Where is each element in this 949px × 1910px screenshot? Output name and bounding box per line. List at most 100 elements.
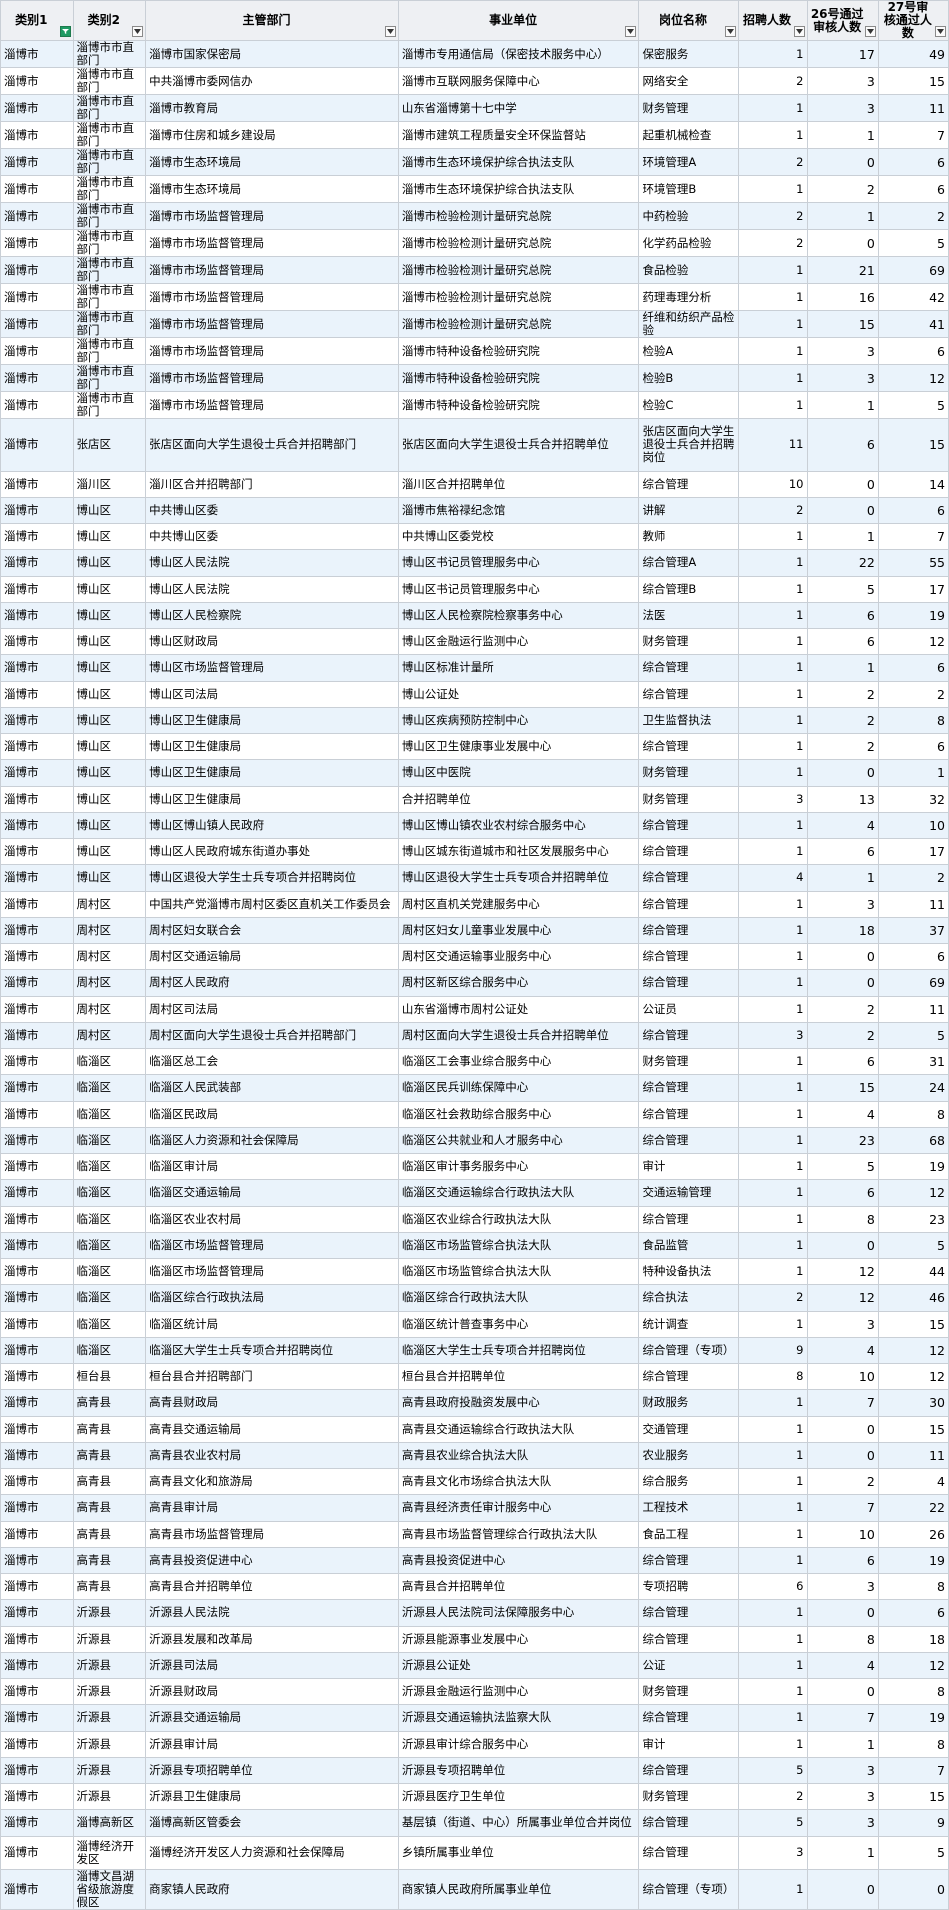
institution-cell[interactable]: 高青县交通运输综合行政执法大队 bbox=[397, 1415, 640, 1443]
category1-cell[interactable]: 淄博市 bbox=[0, 1868, 74, 1910]
institution-cell[interactable]: 淄博市检验检测计量研究总院 bbox=[397, 310, 640, 338]
department-cell[interactable]: 博山区卫生健康局 bbox=[145, 785, 399, 813]
institution-cell[interactable]: 淄博市特种设备检验研究院 bbox=[397, 337, 640, 365]
approved-26-cell[interactable]: 22 bbox=[806, 549, 879, 577]
approved-27-cell[interactable]: 37 bbox=[877, 916, 949, 945]
hires-cell[interactable]: 1 bbox=[737, 1258, 808, 1286]
category2-cell[interactable]: 临淄区 bbox=[72, 1100, 147, 1128]
hires-cell[interactable]: 9 bbox=[737, 1336, 808, 1365]
category1-cell[interactable]: 淄博市 bbox=[0, 1468, 74, 1496]
position-cell[interactable]: 财务管理 bbox=[638, 628, 739, 656]
institution-cell[interactable]: 合并招聘单位 bbox=[397, 785, 640, 813]
category1-cell[interactable]: 淄博市 bbox=[0, 943, 74, 971]
institution-cell[interactable]: 临淄区统计普查事务中心 bbox=[397, 1310, 640, 1338]
institution-cell[interactable]: 沂源县交通运输执法监察大队 bbox=[397, 1704, 640, 1732]
hires-cell[interactable]: 1 bbox=[737, 1678, 808, 1706]
institution-cell[interactable]: 商家镇人民政府所属事业单位 bbox=[397, 1868, 640, 1910]
approved-26-cell[interactable]: 1 bbox=[806, 1835, 879, 1870]
category1-cell[interactable]: 淄博市 bbox=[0, 1599, 74, 1627]
department-cell[interactable]: 临淄区审计局 bbox=[145, 1153, 399, 1181]
hires-cell[interactable]: 2 bbox=[737, 229, 808, 257]
department-cell[interactable]: 周村区交通运输局 bbox=[145, 943, 399, 971]
approved-27-cell[interactable]: 9 bbox=[877, 1809, 949, 1837]
approved-26-cell[interactable]: 0 bbox=[806, 1868, 879, 1910]
department-cell[interactable]: 临淄区民政局 bbox=[145, 1100, 399, 1128]
approved-26-cell[interactable]: 3 bbox=[806, 337, 879, 365]
hires-cell[interactable]: 3 bbox=[737, 1021, 808, 1050]
institution-cell[interactable]: 山东省淄博第十七中学 bbox=[397, 94, 640, 122]
category1-cell[interactable]: 淄博市 bbox=[0, 364, 74, 392]
category2-cell[interactable]: 淄博市市直部门 bbox=[72, 202, 147, 230]
category1-cell[interactable]: 淄博市 bbox=[0, 1389, 74, 1417]
category1-cell[interactable]: 淄博市 bbox=[0, 1730, 74, 1758]
approved-26-cell[interactable]: 6 bbox=[806, 628, 879, 656]
approved-27-cell[interactable]: 8 bbox=[877, 706, 949, 735]
category2-cell[interactable]: 淄博市市直部门 bbox=[72, 94, 147, 122]
department-cell[interactable]: 淄博市生态环境局 bbox=[145, 148, 399, 176]
department-cell[interactable]: 博山区人民政府城东街道办事处 bbox=[145, 838, 399, 866]
department-cell[interactable]: 周村区面向大学生退役士兵合并招聘部门 bbox=[145, 1021, 399, 1050]
institution-cell[interactable]: 博山区中医院 bbox=[397, 759, 640, 787]
category2-cell[interactable]: 沂源县 bbox=[72, 1651, 147, 1680]
department-cell[interactable]: 沂源县专项招聘单位 bbox=[145, 1756, 399, 1785]
category1-cell[interactable]: 淄博市 bbox=[0, 1573, 74, 1601]
department-cell[interactable]: 淄博市住房和城乡建设局 bbox=[145, 121, 399, 149]
dropdown-arrow-icon[interactable] bbox=[384, 26, 396, 37]
institution-cell[interactable]: 临淄区公共就业和人才服务中心 bbox=[397, 1126, 640, 1155]
approved-26-cell[interactable]: 15 bbox=[806, 1074, 879, 1102]
department-cell[interactable]: 沂源县财政局 bbox=[145, 1678, 399, 1706]
hires-cell[interactable]: 1 bbox=[737, 1153, 808, 1181]
approved-27-cell[interactable]: 69 bbox=[877, 969, 949, 997]
category2-cell[interactable]: 临淄区 bbox=[72, 1284, 147, 1312]
category1-cell[interactable]: 淄博市 bbox=[0, 995, 74, 1023]
position-cell[interactable]: 综合管理 bbox=[638, 1756, 739, 1785]
approved-27-cell[interactable]: 11 bbox=[877, 1441, 949, 1470]
department-cell[interactable]: 沂源县交通运输局 bbox=[145, 1704, 399, 1732]
category2-cell[interactable]: 临淄区 bbox=[72, 1126, 147, 1155]
approved-26-cell[interactable]: 0 bbox=[806, 148, 879, 176]
hires-cell[interactable]: 2 bbox=[737, 202, 808, 230]
approved-27-cell[interactable]: 6 bbox=[877, 1599, 949, 1627]
department-cell[interactable]: 高青县文化和旅游局 bbox=[145, 1468, 399, 1496]
position-cell[interactable]: 综合管理 bbox=[638, 1126, 739, 1155]
approved-27-cell[interactable]: 69 bbox=[877, 256, 949, 284]
position-cell[interactable]: 综合管理 bbox=[638, 838, 739, 866]
category1-cell[interactable]: 淄博市 bbox=[0, 40, 74, 68]
position-cell[interactable]: 财务管理 bbox=[638, 1783, 739, 1811]
department-cell[interactable]: 博山区人民法院 bbox=[145, 575, 399, 603]
category2-cell[interactable]: 临淄区 bbox=[72, 1153, 147, 1181]
institution-cell[interactable]: 周村区交通运输事业服务中心 bbox=[397, 943, 640, 971]
approved-26-cell[interactable]: 3 bbox=[806, 1809, 879, 1837]
hires-cell[interactable]: 1 bbox=[737, 40, 808, 68]
approved-27-cell[interactable]: 23 bbox=[877, 1205, 949, 1233]
institution-cell[interactable]: 临淄区交通运输综合行政执法大队 bbox=[397, 1179, 640, 1207]
hires-cell[interactable]: 10 bbox=[737, 470, 808, 498]
approved-26-cell[interactable]: 7 bbox=[806, 1704, 879, 1732]
position-cell[interactable]: 食品监管 bbox=[638, 1231, 739, 1260]
position-cell[interactable]: 专项招聘 bbox=[638, 1573, 739, 1601]
approved-27-cell[interactable]: 12 bbox=[877, 1363, 949, 1391]
position-cell[interactable]: 网络安全 bbox=[638, 67, 739, 95]
institution-cell[interactable]: 博山区人民检察院检察事务中心 bbox=[397, 601, 640, 630]
department-cell[interactable]: 临淄区大学生士兵专项合并招聘岗位 bbox=[145, 1336, 399, 1365]
hires-cell[interactable]: 2 bbox=[737, 148, 808, 176]
category2-cell[interactable]: 沂源县 bbox=[72, 1678, 147, 1706]
approved-26-cell[interactable]: 2 bbox=[806, 1021, 879, 1050]
position-cell[interactable]: 保密服务 bbox=[638, 40, 739, 68]
position-cell[interactable]: 食品工程 bbox=[638, 1520, 739, 1548]
department-cell[interactable]: 淄博市市场监督管理局 bbox=[145, 310, 399, 338]
category1-cell[interactable]: 淄博市 bbox=[0, 680, 74, 708]
position-cell[interactable]: 食品检验 bbox=[638, 256, 739, 284]
category2-cell[interactable]: 临淄区 bbox=[72, 1310, 147, 1338]
hires-cell[interactable]: 1 bbox=[737, 890, 808, 918]
approved-26-cell[interactable]: 0 bbox=[806, 969, 879, 997]
hires-cell[interactable]: 1 bbox=[737, 1415, 808, 1443]
approved-27-cell[interactable]: 2 bbox=[877, 864, 949, 892]
position-cell[interactable]: 综合管理 bbox=[638, 969, 739, 997]
approved-26-cell[interactable]: 0 bbox=[806, 496, 879, 525]
position-cell[interactable]: 检验B bbox=[638, 364, 739, 392]
category2-cell[interactable]: 沂源县 bbox=[72, 1730, 147, 1758]
department-cell[interactable]: 周村区人民政府 bbox=[145, 969, 399, 997]
approved-26-cell[interactable]: 8 bbox=[806, 1205, 879, 1233]
approved-26-cell[interactable]: 2 bbox=[806, 733, 879, 761]
